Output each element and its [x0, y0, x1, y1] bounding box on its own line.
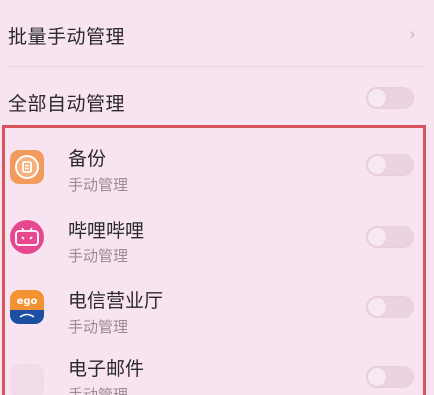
svg-text:ego: ego [17, 296, 38, 307]
app-row: 哔哩哔哩 手动管理 [0, 202, 434, 272]
toggle-knob [368, 298, 386, 316]
app-row: 电子邮件 手动管理 [0, 344, 434, 395]
batch-manual-label: 批量手动管理 [8, 26, 126, 48]
app-toggle[interactable] [366, 296, 414, 318]
telecom-app-icon: ego [10, 290, 44, 324]
app-mode-label: 手动管理 [68, 247, 129, 265]
batch-manual-row[interactable]: 批量手动管理 › [0, 0, 434, 66]
app-mode-label: 手动管理 [68, 318, 129, 336]
app-name: 电信营业厅 [68, 290, 164, 312]
app-launch-management-screen: 批量手动管理 › 全部自动管理 备份 手动管理 哔哩哔哩 手动管理 ego 电信… [0, 0, 434, 395]
app-mode-label: 手动管理 [68, 386, 129, 395]
bilibili-app-icon [10, 220, 44, 254]
toggle-knob [368, 156, 386, 174]
app-mode-label: 手动管理 [68, 176, 129, 194]
toggle-knob [368, 89, 386, 107]
all-auto-label: 全部自动管理 [8, 93, 126, 115]
toggle-knob [368, 368, 386, 386]
app-name: 哔哩哔哩 [68, 220, 145, 242]
app-toggle[interactable] [366, 366, 414, 388]
all-auto-row: 全部自动管理 [0, 67, 434, 129]
app-name: 备份 [68, 148, 107, 170]
toggle-knob [368, 228, 386, 246]
app-row: 备份 手动管理 [0, 130, 434, 202]
backup-app-icon [10, 150, 44, 184]
app-toggle[interactable] [366, 154, 414, 176]
all-auto-toggle[interactable] [366, 87, 414, 109]
app-name: 电子邮件 [68, 358, 145, 380]
email-app-icon [10, 364, 44, 395]
chevron-right-icon: › [408, 24, 416, 45]
app-row: ego 电信营业厅 手动管理 [0, 272, 434, 344]
app-toggle[interactable] [366, 226, 414, 248]
